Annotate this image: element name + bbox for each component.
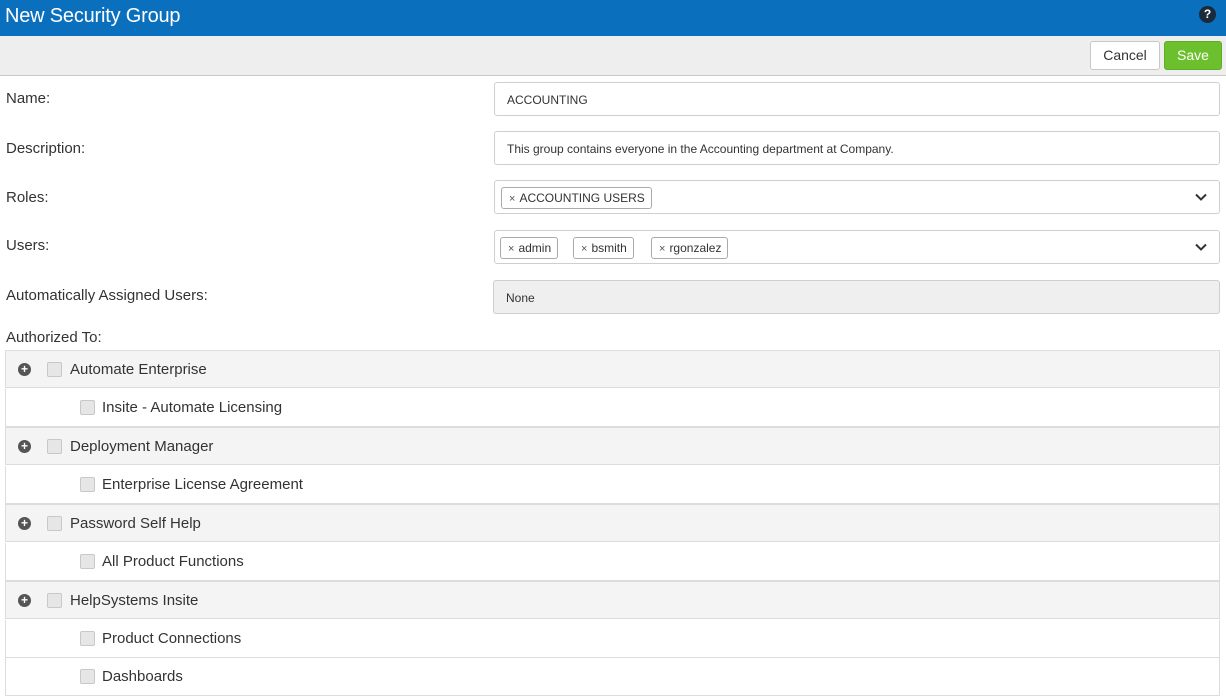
checkbox[interactable] [80,669,95,684]
tree-item-parent[interactable]: + Deployment Manager [5,427,1220,465]
tree-item-parent[interactable]: + Automate Enterprise [5,350,1220,388]
description-input[interactable]: This group contains everyone in the Acco… [494,131,1220,165]
user-tag[interactable]: × rgonzalez [651,237,729,259]
checkbox[interactable] [80,631,95,646]
checkbox[interactable] [47,362,62,377]
tag-remove-icon[interactable]: × [508,243,514,255]
title-bar: New Security Group ? [0,0,1226,36]
tree-item-child[interactable]: Enterprise License Agreement [5,466,1220,504]
checkbox[interactable] [47,516,62,531]
tree-item-label: Dashboards [102,668,183,685]
name-label: Name: [6,90,51,107]
checkbox[interactable] [80,400,95,415]
tree-item-parent[interactable]: + Password Self Help [5,504,1220,542]
tree-item-label: Deployment Manager [70,438,214,455]
description-value: This group contains everyone in the Acco… [507,142,894,156]
tree-item-label: HelpSystems Insite [70,592,199,609]
name-input[interactable]: ACCOUNTING [494,82,1220,116]
tag-remove-icon[interactable]: × [581,243,587,255]
users-label: Users: [6,237,50,254]
tree-item-label: Enterprise License Agreement [102,476,303,493]
tree-item-label: Automate Enterprise [70,361,207,378]
user-tag[interactable]: × bsmith [573,237,634,259]
auto-users-value: None [506,291,535,305]
checkbox[interactable] [47,593,62,608]
window-title: New Security Group [5,5,181,27]
user-tag[interactable]: × admin [500,237,559,259]
tree-item-parent[interactable]: + HelpSystems Insite [5,581,1220,619]
tree-item-label: Insite - Automate Licensing [102,399,283,416]
plus-circle-icon[interactable]: + [18,440,31,453]
tree-item-child[interactable]: Insite - Automate Licensing [5,389,1220,427]
auto-users-field: None [493,280,1220,314]
tree-item-child[interactable]: All Product Functions [5,543,1220,581]
checkbox[interactable] [47,439,62,454]
toolbar: Cancel Save [0,36,1226,76]
chevron-down-icon[interactable] [1194,190,1208,204]
authorized-label: Authorized To: [6,329,102,346]
auto-users-label: Automatically Assigned Users: [6,287,208,304]
description-label: Description: [6,140,86,157]
tag-remove-icon[interactable]: × [509,193,515,205]
save-button[interactable]: Save [1164,41,1222,70]
checkbox[interactable] [80,477,95,492]
chevron-down-icon[interactable] [1194,240,1208,254]
tree-item-child[interactable]: Product Connections [5,620,1220,658]
name-value: ACCOUNTING [507,93,588,107]
role-tag[interactable]: × ACCOUNTING USERS [501,187,652,209]
plus-circle-icon[interactable]: + [18,363,31,376]
help-icon[interactable]: ? [1199,6,1216,23]
users-select[interactable]: × admin × bsmith × rgonzalez [494,230,1220,264]
tree-item-child[interactable]: Dashboards [5,658,1220,696]
plus-circle-icon[interactable]: + [18,594,31,607]
tree-item-label: Product Connections [102,630,242,647]
checkbox[interactable] [80,554,95,569]
tree-item-label: Password Self Help [70,515,201,532]
tag-remove-icon[interactable]: × [659,243,665,255]
plus-circle-icon[interactable]: + [18,517,31,530]
cancel-button[interactable]: Cancel [1090,41,1160,70]
roles-label: Roles: [6,189,49,206]
tree-item-label: All Product Functions [102,553,244,570]
roles-select[interactable]: × ACCOUNTING USERS [494,180,1220,214]
